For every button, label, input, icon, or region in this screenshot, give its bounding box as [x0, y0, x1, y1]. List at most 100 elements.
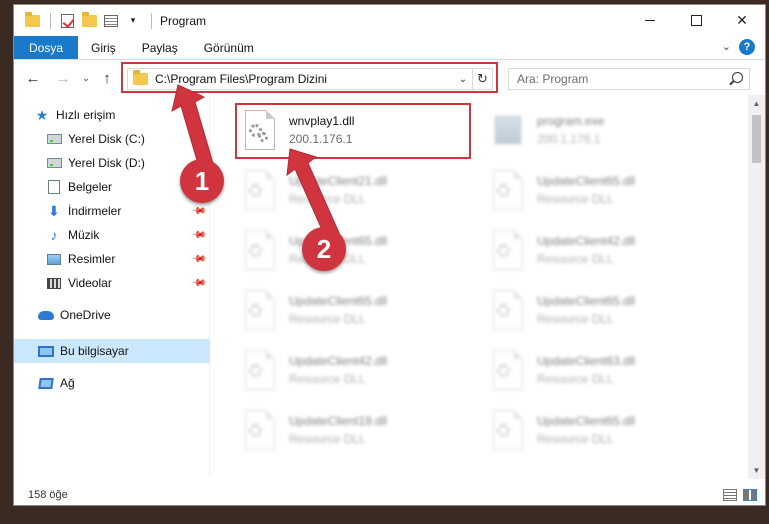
- sidebar-item-videos[interactable]: Videolar 📌: [14, 271, 210, 295]
- file-tile[interactable]: UpdateClient42.dll Resource DLL: [483, 223, 723, 281]
- sidebar-item-label: Ağ: [60, 376, 75, 390]
- search-input[interactable]: Ara: Program: [508, 68, 750, 90]
- star-icon: ★: [35, 106, 49, 123]
- file-tile-program-exe[interactable]: program.exe 200.1.176.1: [483, 103, 723, 161]
- title-bar: ▾ Program ✕: [14, 5, 765, 36]
- forward-arrow-icon[interactable]: →: [54, 69, 72, 87]
- sidebar-item-label: Hızlı erişim: [56, 108, 116, 122]
- network-icon: [38, 375, 54, 391]
- customize-toolbar-dropdown-icon[interactable]: ▾: [125, 13, 141, 29]
- file-tile[interactable]: UpdateClient21.dll Resource DLL: [235, 163, 475, 221]
- pin-icon[interactable]: 📌: [189, 251, 206, 268]
- dll-file-icon: [239, 170, 279, 214]
- tab-paylas[interactable]: Paylaş: [129, 36, 191, 59]
- dll-file-icon: [487, 410, 527, 454]
- tab-giris[interactable]: Giriş: [78, 36, 129, 59]
- computer-icon: [38, 343, 54, 359]
- step-badge-2: 2: [302, 227, 346, 271]
- dll-file-icon: [239, 350, 279, 394]
- file-name: UpdateClient65.dll: [537, 414, 636, 428]
- item-count: 158 öğe: [28, 489, 68, 501]
- pin-icon[interactable]: 📌: [189, 227, 206, 244]
- dll-file-icon: [487, 230, 527, 274]
- scroll-down-icon[interactable]: ▼: [748, 462, 765, 479]
- search-placeholder: Ara: Program: [517, 72, 589, 86]
- explorer-window: ▾ Program ✕ Dosya Giriş Paylaş Görünüm ⌄…: [13, 4, 766, 506]
- sidebar-item-label: İndirmeler: [68, 204, 122, 218]
- close-button[interactable]: ✕: [719, 5, 765, 36]
- sidebar-item-pictures[interactable]: Resimler 📌: [14, 247, 210, 271]
- folder-icon: [24, 11, 40, 29]
- file-tile[interactable]: UpdateClient63.dll Resource DLL: [483, 343, 723, 401]
- scroll-up-icon[interactable]: ▲: [748, 95, 765, 112]
- maximize-button[interactable]: [673, 5, 719, 36]
- pictures-icon: [46, 251, 62, 267]
- file-tile[interactable]: UpdateClient65.dllResource DLL: [235, 283, 475, 341]
- help-icon[interactable]: ?: [739, 39, 755, 55]
- file-description: Resource DLL: [289, 312, 366, 326]
- back-arrow-icon[interactable]: ←: [24, 69, 42, 87]
- file-tile[interactable]: UpdateClient65.dllResource DLL: [483, 283, 723, 341]
- details-view-icon[interactable]: [723, 489, 737, 501]
- large-icons-view-icon[interactable]: [743, 489, 757, 501]
- music-icon: ♪: [50, 227, 58, 243]
- caption-buttons: ✕: [627, 5, 765, 36]
- file-description: Resource DLL: [537, 252, 614, 266]
- file-description: Resource DLL: [537, 372, 614, 386]
- properties-icon[interactable]: [103, 13, 119, 29]
- download-icon: ⬇: [48, 202, 60, 219]
- search-icon: [732, 72, 743, 83]
- file-description: Resource DLL: [289, 432, 366, 446]
- file-description: Resource DLL: [289, 372, 366, 386]
- vertical-scrollbar[interactable]: ▲ ▼: [748, 95, 765, 479]
- toolbar-separator: [50, 12, 51, 29]
- tab-gorunum[interactable]: Görünüm: [191, 36, 267, 59]
- file-tile[interactable]: UpdateClient65.dllResource DLL: [483, 163, 723, 221]
- sidebar-item-onedrive[interactable]: OneDrive: [14, 303, 210, 327]
- file-version: 200.1.176.1: [537, 132, 601, 146]
- scrollbar-thumb[interactable]: [752, 115, 761, 163]
- pin-icon[interactable]: 📌: [189, 275, 206, 292]
- sidebar-item-label: Resimler: [68, 252, 116, 266]
- file-tile[interactable]: UpdateClient65.dllResource DLL: [235, 223, 475, 281]
- sidebar-item-label: Yerel Disk (C:): [68, 132, 145, 146]
- ribbon-tabs: Dosya Giriş Paylaş Görünüm ⌄ ?: [14, 36, 765, 60]
- minimize-button[interactable]: [627, 5, 673, 36]
- file-tile[interactable]: UpdateClient65.dllResource DLL: [483, 403, 723, 461]
- document-icon: [46, 179, 62, 195]
- view-switcher: [717, 489, 757, 501]
- dll-file-icon: [487, 170, 527, 214]
- file-name: UpdateClient42.dll: [289, 354, 388, 368]
- properties-check-icon[interactable]: [59, 13, 75, 29]
- sidebar-item-this-pc[interactable]: Bu bilgisayar: [14, 339, 210, 363]
- pin-icon[interactable]: 📌: [189, 203, 206, 220]
- dll-file-icon: [487, 290, 527, 334]
- up-arrow-icon[interactable]: ↑: [98, 69, 116, 87]
- step-badge-1: 1: [180, 159, 224, 203]
- sidebar-item-network[interactable]: Ağ: [14, 371, 210, 395]
- file-description: Resource DLL: [537, 312, 614, 326]
- file-name: program.exe: [537, 114, 605, 128]
- file-tile[interactable]: UpdateClient19.dll Resource DLL: [235, 403, 475, 461]
- drive-icon: [46, 131, 62, 147]
- videos-icon: [46, 275, 62, 291]
- file-name: UpdateClient42.dll: [537, 234, 636, 248]
- dll-file-icon: [487, 350, 527, 394]
- window-title: Program: [160, 13, 207, 28]
- dll-file-icon: [239, 230, 279, 274]
- file-name: UpdateClient63.dll: [537, 354, 636, 368]
- new-folder-icon[interactable]: [81, 11, 97, 29]
- file-highlight-box: [235, 103, 471, 159]
- status-bar: 158 öğe: [14, 485, 765, 505]
- tab-dosya[interactable]: Dosya: [14, 36, 79, 59]
- sidebar-item-label: OneDrive: [60, 308, 111, 322]
- sidebar-item-label: Belgeler: [68, 180, 113, 194]
- expand-ribbon-chevron-icon[interactable]: ⌄: [722, 40, 731, 53]
- sidebar-item-label: Bu bilgisayar: [60, 344, 129, 358]
- sidebar-item-music[interactable]: ♪ Müzik 📌: [14, 223, 210, 247]
- cloud-icon: [38, 307, 54, 323]
- sidebar-item-label: Müzik: [68, 228, 100, 242]
- drive-icon: [46, 155, 62, 171]
- recent-locations-chevron-icon[interactable]: ⌄: [77, 69, 95, 87]
- file-tile[interactable]: UpdateClient42.dll Resource DLL: [235, 343, 475, 401]
